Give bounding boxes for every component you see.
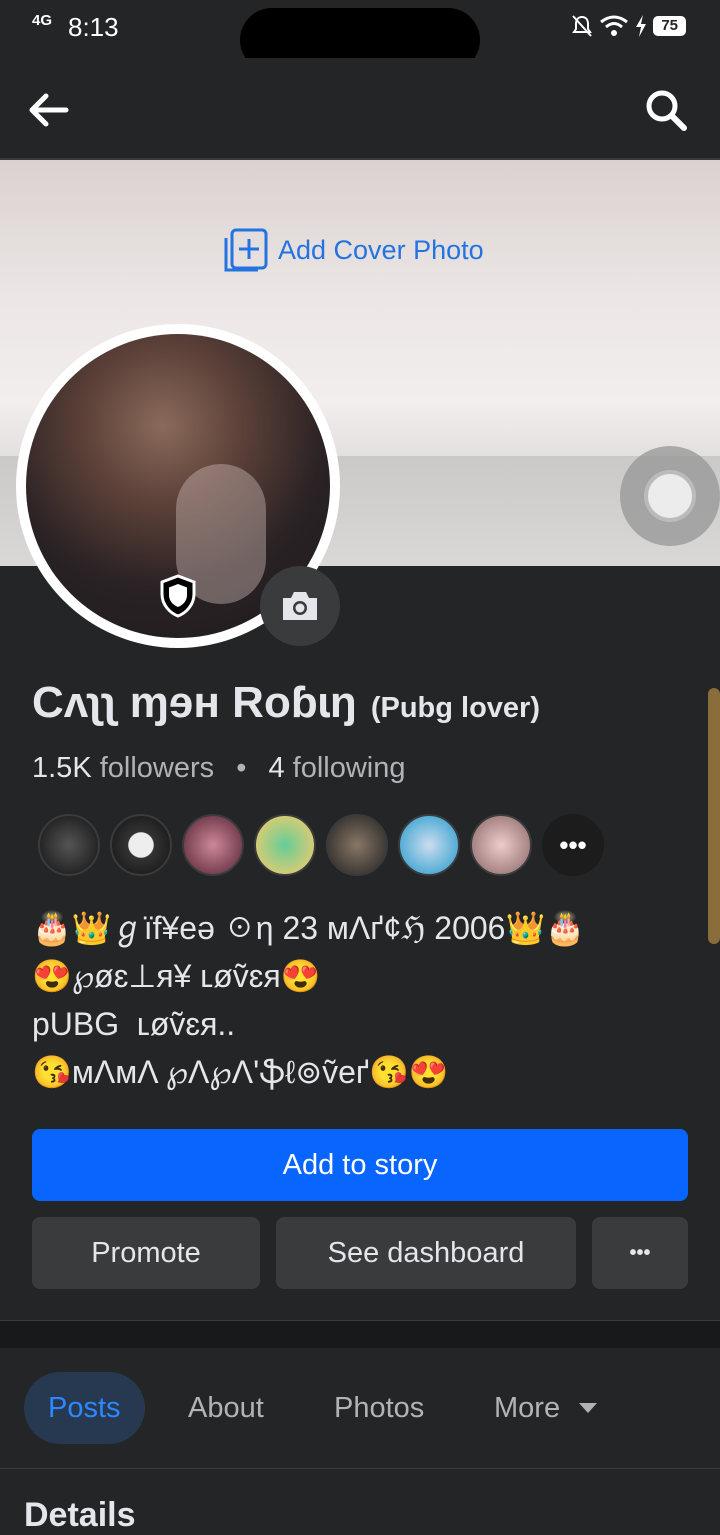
- profile-bio: 🎂👑ℊïf¥eə ☉η 23 мΛґ¢ℌ 2006👑🎂 😍℘øɛ⊥я¥ ʟøṽɛя…: [32, 904, 585, 1096]
- following-count: 4: [268, 752, 285, 784]
- wifi-icon: [600, 15, 629, 36]
- search-button[interactable]: [642, 86, 690, 134]
- profile-tabs: Posts About Photos More: [0, 1348, 720, 1469]
- followers-count: 1.5K: [32, 752, 92, 784]
- following-label: following: [292, 752, 406, 784]
- top-nav-bar: [0, 58, 720, 160]
- friend-avatar[interactable]: [182, 814, 244, 876]
- friend-avatar[interactable]: [110, 814, 172, 876]
- friend-avatar[interactable]: [470, 814, 532, 876]
- arrow-left-icon: [29, 93, 69, 127]
- camera-icon: [283, 592, 317, 620]
- shield-icon: [160, 574, 196, 618]
- bio-line: 😍℘øɛ⊥я¥ ʟøṽɛя😍: [32, 958, 321, 994]
- add-cover-photo-button[interactable]: Add Cover Photo: [222, 226, 484, 274]
- floating-assistive-button[interactable]: [620, 446, 720, 546]
- friend-avatar[interactable]: [254, 814, 316, 876]
- status-bar: 4G 8:13 75: [0, 0, 720, 72]
- status-time: 8:13: [68, 12, 119, 42]
- battery-indicator: 75: [653, 16, 686, 36]
- stats-separator: •: [236, 752, 247, 784]
- tab-more-label: More: [494, 1391, 561, 1424]
- profile-name-row: Cʌʅʅ ɱɘʜ Roɓɩŋ (Pubg lover): [32, 678, 540, 728]
- tab-about[interactable]: About: [188, 1372, 264, 1444]
- friend-avatar[interactable]: [398, 814, 460, 876]
- follow-stats: 1.5K followers • 4 following: [32, 752, 406, 785]
- followers-link[interactable]: 1.5K followers: [32, 752, 214, 784]
- back-button[interactable]: [24, 86, 72, 134]
- section-divider: [0, 1320, 720, 1349]
- tab-posts[interactable]: Posts: [24, 1372, 145, 1444]
- charging-icon: [636, 15, 647, 37]
- friend-avatar[interactable]: [38, 814, 100, 876]
- tab-photos[interactable]: Photos: [334, 1372, 424, 1444]
- tab-more[interactable]: More: [494, 1372, 598, 1444]
- search-icon: [646, 90, 687, 131]
- add-cover-photo-label: Add Cover Photo: [278, 234, 484, 265]
- scrollbar-thumb[interactable]: [708, 688, 720, 944]
- more-actions-button[interactable]: •••: [592, 1217, 688, 1289]
- status-icons: 75: [571, 14, 686, 38]
- more-friends-button[interactable]: •••: [542, 814, 604, 876]
- promote-button[interactable]: Promote: [32, 1217, 260, 1289]
- friend-avatar[interactable]: [326, 814, 388, 876]
- bio-line: 🎂👑ℊïf¥eə ☉η 23 мΛґ¢ℌ 2006👑🎂: [32, 910, 586, 946]
- add-photo-icon: [224, 228, 268, 272]
- see-dashboard-button[interactable]: See dashboard: [276, 1217, 576, 1289]
- caret-down-icon: [579, 1403, 598, 1413]
- profile-guard-badge: [158, 574, 198, 618]
- change-profile-photo-button[interactable]: [260, 566, 340, 646]
- network-indicator: 4G: [32, 12, 53, 29]
- friends-avatar-row[interactable]: •••: [38, 814, 604, 876]
- bio-line: pUBG ʟøṽɛя..: [32, 1006, 236, 1042]
- profile-alt-name: (Pubg lover): [370, 692, 540, 724]
- following-link[interactable]: 4 following: [268, 752, 405, 784]
- profile-name: Cʌʅʅ ɱɘʜ Roɓɩŋ: [32, 678, 357, 727]
- bio-line: 😘мΛмΛ ℘Λ℘Λ'ֆℓ⊚ṽeґ😘😍: [32, 1054, 449, 1090]
- add-to-story-button[interactable]: Add to story: [32, 1129, 688, 1201]
- floating-button-inner: [644, 470, 696, 522]
- followers-label: followers: [99, 752, 215, 784]
- details-heading: Details: [24, 1496, 136, 1534]
- mute-bell-icon: [572, 15, 593, 37]
